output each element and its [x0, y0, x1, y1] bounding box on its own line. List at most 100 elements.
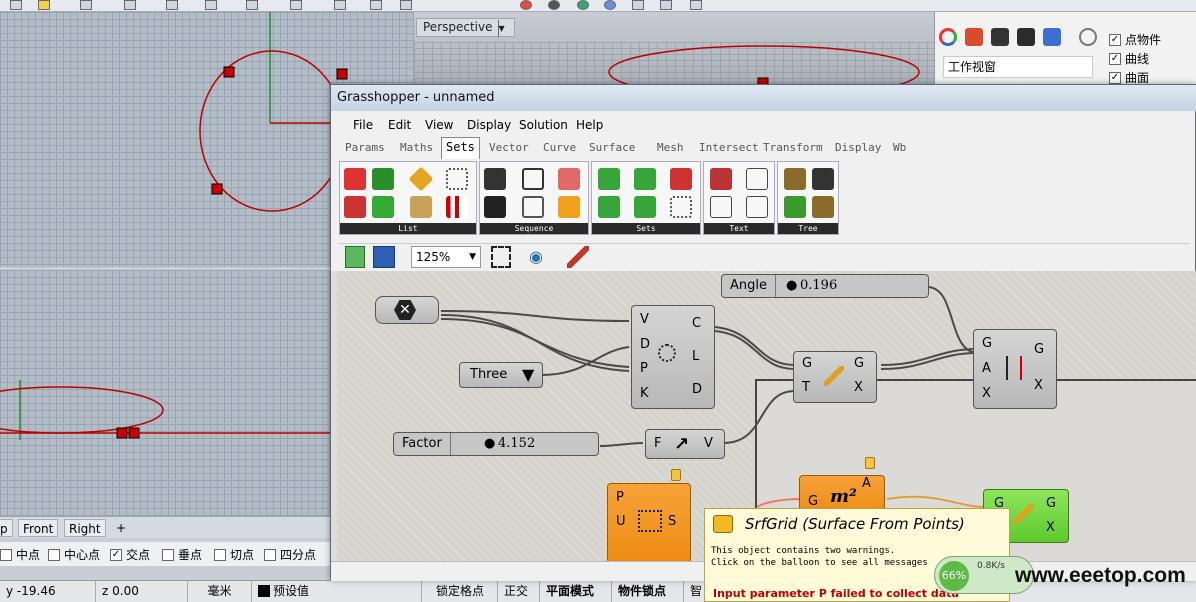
input-port[interactable]: P — [616, 490, 624, 505]
tab-right[interactable]: Right — [64, 519, 106, 537]
set-intersection-icon[interactable] — [598, 196, 620, 218]
tab-curve[interactable]: Curve — [543, 141, 576, 154]
list-length-icon[interactable] — [372, 196, 394, 218]
toolbar-icon[interactable] — [80, 0, 92, 10]
output-port[interactable]: S — [668, 514, 676, 529]
carthesian-icon[interactable] — [670, 196, 692, 218]
toolbar-icon[interactable] — [690, 0, 702, 10]
cull-index-icon[interactable] — [484, 168, 506, 190]
tab-intersect[interactable]: Intersect — [699, 141, 759, 154]
set-difference-icon[interactable] — [634, 168, 656, 190]
list-item-icon[interactable] — [344, 168, 366, 190]
shift-list-icon[interactable] — [446, 196, 468, 218]
open-file-icon[interactable] — [345, 246, 365, 268]
jitter-icon[interactable] — [558, 196, 580, 218]
snap-intersection[interactable]: ✓ 交点 — [110, 546, 150, 563]
toolbar-icon[interactable] — [660, 0, 672, 10]
input-port[interactable]: K — [640, 386, 649, 401]
slider-grip-icon[interactable]: ● — [786, 275, 797, 297]
toolbar-icon[interactable] — [370, 0, 382, 10]
menu-display[interactable]: Display — [467, 118, 511, 132]
toolbar-icon[interactable] — [520, 0, 532, 10]
srfgrid-node[interactable]: P U S — [607, 483, 691, 561]
tab-sets[interactable]: Sets — [441, 137, 480, 159]
set-membership-icon[interactable] — [670, 168, 692, 190]
text-split-icon[interactable] — [710, 168, 732, 190]
input-port[interactable]: G — [982, 336, 992, 351]
toolbar-icon[interactable] — [205, 0, 217, 10]
output-port[interactable]: D — [692, 382, 702, 397]
output-port[interactable]: V — [704, 436, 713, 451]
gh-title-bar[interactable]: Grasshopper - unnamed — [331, 85, 1196, 111]
input-port[interactable]: U — [616, 514, 626, 529]
input-port[interactable]: F — [654, 436, 661, 451]
tab-wb[interactable]: Wb — [893, 141, 906, 154]
snap-quadrant[interactable]: 四分点 — [264, 546, 316, 563]
output-port[interactable]: G — [1046, 496, 1056, 511]
flatten-tree-icon[interactable] — [812, 168, 834, 190]
filter-curves[interactable]: ✓ 曲线 — [1109, 49, 1161, 68]
graft-tree-icon[interactable] — [784, 168, 806, 190]
text-case-icon[interactable] — [746, 168, 768, 190]
toolbar-icon[interactable] — [124, 0, 136, 10]
value-list[interactable]: Three ▼ — [459, 362, 543, 388]
camera-icon[interactable] — [991, 28, 1009, 46]
checkbox-icon[interactable]: ✓ — [1109, 33, 1121, 46]
toolbar-icon[interactable] — [400, 0, 412, 10]
tab-front[interactable]: Front — [18, 519, 59, 537]
checkbox-icon[interactable] — [0, 548, 12, 561]
filter-point-objects[interactable]: ✓ 点物件 — [1109, 30, 1161, 49]
toolbar-icon[interactable] — [604, 0, 616, 10]
input-port[interactable]: A — [982, 361, 991, 376]
checkbox-icon[interactable]: ✓ — [1109, 71, 1121, 84]
divide-curve-node[interactable]: V D P K C L D — [631, 305, 715, 409]
snap-tangent[interactable]: 切点 — [214, 546, 254, 563]
input-port[interactable]: G — [808, 494, 818, 509]
angle-slider[interactable]: Angle ● 0.196 — [721, 274, 929, 298]
output-port[interactable]: L — [692, 349, 699, 364]
toolbar-icon[interactable] — [548, 0, 560, 10]
output-port[interactable]: X — [1046, 520, 1055, 535]
status-unit[interactable]: 毫米 — [188, 581, 252, 602]
toolbar-icon[interactable] — [577, 0, 589, 10]
random-icon[interactable] — [484, 196, 506, 218]
set-majority-icon[interactable] — [634, 196, 656, 218]
sort-text-icon[interactable] — [746, 196, 768, 218]
duplicate-icon[interactable] — [522, 196, 544, 218]
output-port[interactable]: G — [854, 356, 864, 371]
tab-transform[interactable]: Transform — [763, 141, 823, 154]
checkbox-icon[interactable]: ✓ — [1109, 52, 1121, 65]
menu-file[interactable]: File — [353, 118, 373, 132]
checkbox-icon[interactable] — [264, 548, 276, 561]
tab-perspective[interactable]: p — [0, 519, 13, 537]
toolbar-icon[interactable] — [632, 0, 644, 10]
help-icon[interactable] — [1043, 28, 1061, 46]
tab-maths[interactable]: Maths — [400, 141, 433, 154]
snap-center[interactable]: 中心点 — [48, 546, 100, 563]
output-port[interactable]: A — [862, 476, 871, 491]
output-port[interactable]: X — [854, 380, 863, 395]
snap-perpendicular[interactable]: 垂点 — [162, 546, 202, 563]
warning-balloon-icon[interactable] — [865, 457, 875, 469]
chevron-down-icon[interactable]: ▼ — [497, 20, 508, 37]
toolbar-icon[interactable] — [166, 0, 178, 10]
curve-param-node[interactable]: ✕ — [375, 296, 439, 324]
display-icon[interactable] — [1017, 28, 1035, 46]
dispatch-icon[interactable] — [408, 166, 434, 192]
preview-eye-icon[interactable]: ◉ — [529, 246, 553, 268]
chevron-down-icon[interactable]: ▼ — [522, 365, 534, 384]
simplify-tree-icon[interactable] — [784, 196, 806, 218]
toolbar-icon[interactable] — [334, 0, 346, 10]
add-viewport-icon[interactable]: + — [112, 519, 130, 537]
rotate-node[interactable]: G A X G X — [973, 329, 1057, 409]
zoom-extents-icon[interactable] — [491, 246, 511, 268]
checkbox-icon[interactable] — [162, 548, 174, 561]
fibonacci-icon[interactable] — [558, 168, 580, 190]
move-node[interactable]: G T G X — [793, 351, 877, 403]
material-icon[interactable] — [965, 28, 983, 46]
menu-view[interactable]: View — [425, 118, 453, 132]
reverse-list-icon[interactable] — [410, 196, 432, 218]
split-list-icon[interactable] — [344, 196, 366, 218]
checkbox-icon[interactable] — [48, 548, 60, 561]
input-port[interactable]: G — [802, 356, 812, 371]
